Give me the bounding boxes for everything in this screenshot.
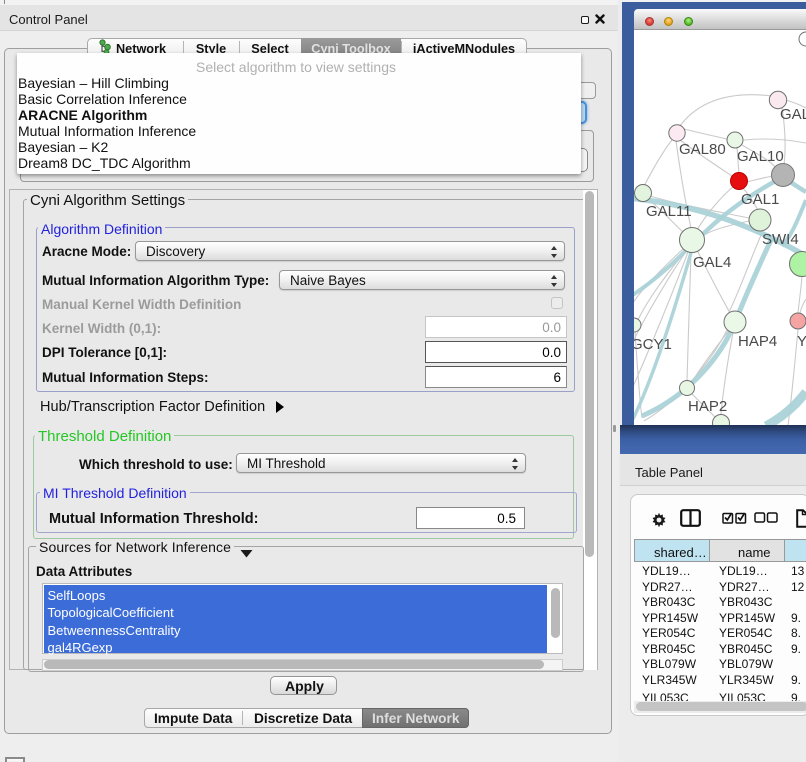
svg-text:SWI4: SWI4 [762,231,799,248]
svg-text:HAP4: HAP4 [738,333,777,350]
svg-text:GAL80: GAL80 [679,141,726,158]
svg-text:Y: Y [797,333,806,350]
svg-text:GCY1: GCY1 [634,336,672,353]
svg-text:GAL7: GAL7 [780,106,806,123]
svg-text:GAL1: GAL1 [741,191,779,208]
svg-text:GAL4: GAL4 [693,254,731,271]
svg-text:GAL10: GAL10 [737,148,784,165]
svg-text:HAP2: HAP2 [688,398,727,415]
svg-text:GAL11: GAL11 [646,203,692,220]
